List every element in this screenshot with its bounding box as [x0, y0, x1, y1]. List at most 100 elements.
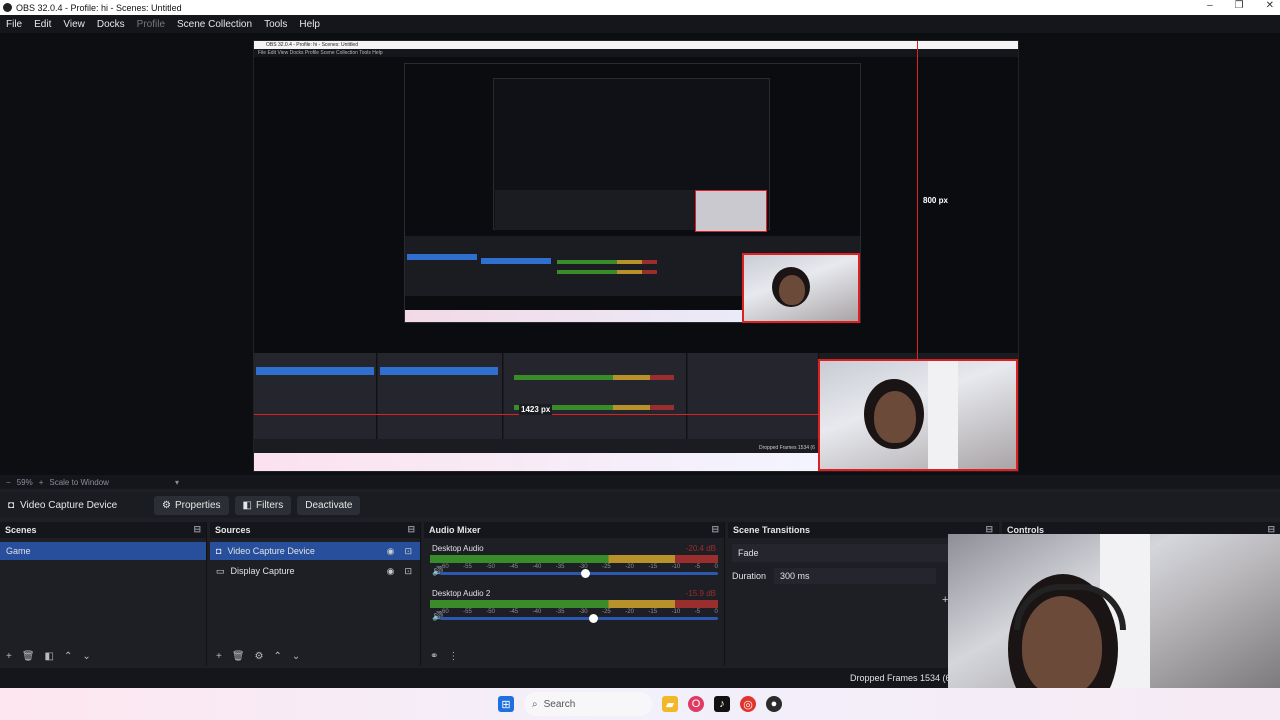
- source-item[interactable]: ▭ Display Capture ◉ ⊡: [210, 562, 420, 580]
- menu-tools[interactable]: Tools: [258, 19, 293, 30]
- zoom-in-button[interactable]: +: [39, 478, 44, 487]
- filter-icon: ◧: [242, 499, 252, 511]
- volume-knob[interactable]: [580, 569, 590, 578]
- preview-scale-bar: − 59% + Scale to Window ▾: [0, 475, 1280, 489]
- nested-title-bar: OBS 32.0.4 - Profile: hi - Scenes: Untit…: [254, 41, 1018, 49]
- menu-profile[interactable]: Profile: [131, 19, 171, 30]
- link-icon[interactable]: ⚭: [430, 651, 438, 662]
- dropped-frames: Dropped Frames 1534 (6.: [850, 673, 954, 683]
- lock-icon[interactable]: ⊡: [404, 566, 412, 577]
- volume-knob[interactable]: [588, 614, 598, 623]
- filters-button[interactable]: ◧ Filters: [234, 495, 292, 515]
- filter-icon[interactable]: ◧: [45, 651, 54, 662]
- chevron-down-icon[interactable]: ▾: [175, 478, 179, 487]
- properties-label: Properties: [174, 499, 221, 511]
- add-icon[interactable]: +: [6, 651, 12, 662]
- transition-select[interactable]: Fade: [732, 544, 948, 562]
- track-db: -15.9 dB: [685, 589, 716, 598]
- meter-ticks: -60 -55 -50 -45 -40 -35 -30 -25 -20 -15 -10 -5 0: [440, 564, 718, 570]
- trash-icon[interactable]: 🗑: [232, 651, 245, 662]
- menu-view[interactable]: View: [57, 19, 91, 30]
- scene-label: Game: [6, 546, 31, 556]
- arrow-up-icon[interactable]: ⌃: [274, 651, 282, 662]
- arrow-up-icon[interactable]: ⌃: [64, 651, 72, 662]
- file-explorer-icon[interactable]: ▰: [662, 696, 678, 712]
- tiktok-icon[interactable]: ♪: [714, 696, 730, 712]
- opera-icon[interactable]: O: [688, 696, 704, 712]
- lock-icon[interactable]: ⊡: [404, 546, 412, 557]
- chrome-icon[interactable]: ◎: [740, 696, 756, 712]
- add-icon[interactable]: +: [216, 651, 222, 662]
- close-button[interactable]: ✕: [1266, 0, 1274, 11]
- webcam-source-selection[interactable]: [818, 359, 1018, 471]
- minimize-button[interactable]: –: [1207, 0, 1213, 11]
- nested-webcam-source: [742, 253, 860, 323]
- scenes-title: Scenes: [5, 525, 37, 535]
- arrow-down-icon[interactable]: ⌄: [82, 651, 90, 662]
- track-db: -20.4 dB: [685, 544, 716, 553]
- gear-icon[interactable]: ⚙: [255, 651, 264, 662]
- menu-bar: File Edit View Docks Profile Scene Colle…: [0, 15, 1280, 33]
- search-label: Search: [543, 698, 576, 710]
- eye-icon[interactable]: ◉: [387, 566, 395, 577]
- obs-icon[interactable]: ●: [766, 696, 782, 712]
- meter-ticks: -60 -55 -50 -45 -40 -35 -30 -25 -20 -15 -10 -5 0: [440, 609, 718, 615]
- scenes-dock: Scenes ⊟ Game + 🗑 ◧ ⌃ ⌄: [0, 522, 207, 666]
- preview-canvas[interactable]: OBS 32.0.4 - Profile: hi - Scenes: Untit…: [253, 40, 1019, 472]
- height-guide: [917, 41, 918, 359]
- filters-label: Filters: [256, 499, 284, 511]
- source-toolbar: ◘ Video Capture Device ⚙ Properties ◧ Fi…: [0, 492, 1280, 518]
- maximize-button[interactable]: ❐: [1235, 0, 1244, 11]
- dock-menu-icon[interactable]: ⊟: [711, 524, 719, 535]
- search-icon: ⌕: [532, 698, 538, 710]
- sources-title: Sources: [215, 525, 251, 535]
- source-label: Display Capture: [230, 566, 295, 576]
- selected-source-name: Video Capture Device: [20, 499, 118, 511]
- duration-input[interactable]: 300 ms: [774, 568, 937, 584]
- properties-button[interactable]: ⚙ Properties: [154, 495, 229, 515]
- width-label: 1423 px: [519, 404, 553, 415]
- volume-meter: [430, 555, 718, 563]
- menu-file[interactable]: File: [0, 19, 28, 30]
- dock-menu-icon[interactable]: ⊟: [407, 524, 415, 535]
- window-title: OBS 32.0.4 - Profile: hi - Scenes: Untit…: [16, 2, 182, 13]
- scale-mode-select[interactable]: Scale to Window: [49, 478, 109, 487]
- scene-item[interactable]: Game: [0, 542, 206, 560]
- gear-icon: ⚙: [162, 499, 171, 511]
- audio-track: Desktop Audio 2 -15.9 dB -60 -55 -50 -45 -40…: [424, 589, 724, 623]
- menu-help[interactable]: Help: [293, 19, 326, 30]
- scene-transitions-title: Scene Transitions: [733, 525, 811, 535]
- taskbar: ⊞ ⌕ Search ▰ O ♪ ◎ ●: [0, 688, 1280, 720]
- camera-icon: ◘: [8, 499, 15, 511]
- zoom-out-button[interactable]: −: [6, 478, 11, 487]
- track-name: Desktop Audio: [432, 544, 484, 553]
- more-icon[interactable]: ⋮: [448, 651, 458, 662]
- nested-menu-bar: File Edit View Docks Profile Scene Colle…: [254, 49, 1018, 57]
- volume-meter: [430, 600, 718, 608]
- monitor-icon: ▭: [216, 565, 225, 576]
- sources-dock: Sources ⊟ ◘ Video Capture Device ◉ ⊡ ▭ Dis…: [210, 522, 421, 666]
- volume-slider[interactable]: [440, 614, 718, 623]
- menu-docks[interactable]: Docks: [91, 19, 131, 30]
- obs-logo-icon: [3, 3, 12, 12]
- menu-scene-collection[interactable]: Scene Collection: [171, 19, 258, 30]
- zoom-level: 59%: [16, 477, 33, 487]
- source-label: Video Capture Device: [227, 546, 315, 556]
- audio-track: Desktop Audio -20.4 dB -60 -55 -50 -45 -40 -3…: [424, 544, 724, 578]
- track-name: Desktop Audio 2: [432, 589, 491, 598]
- taskbar-search[interactable]: ⌕ Search: [524, 692, 652, 716]
- nested-dropped-frames: Dropped Frames 1534 (6: [759, 445, 815, 451]
- source-item[interactable]: ◘ Video Capture Device ◉ ⊡: [210, 542, 420, 560]
- dock-menu-icon[interactable]: ⊟: [193, 524, 201, 535]
- eye-icon[interactable]: ◉: [387, 546, 395, 557]
- duration-label: Duration: [732, 571, 767, 581]
- deactivate-label: Deactivate: [305, 499, 353, 511]
- title-bar: OBS 32.0.4 - Profile: hi - Scenes: Untit…: [0, 0, 1280, 15]
- audio-mixer-dock: Audio Mixer ⊟ Desktop Audio -20.4 dB -60-…: [424, 522, 725, 666]
- menu-edit[interactable]: Edit: [28, 19, 57, 30]
- windows-start-icon[interactable]: ⊞: [498, 696, 514, 712]
- arrow-down-icon[interactable]: ⌄: [292, 651, 300, 662]
- volume-slider[interactable]: [440, 569, 718, 578]
- deactivate-button[interactable]: Deactivate: [297, 495, 361, 515]
- trash-icon[interactable]: 🗑: [22, 651, 35, 662]
